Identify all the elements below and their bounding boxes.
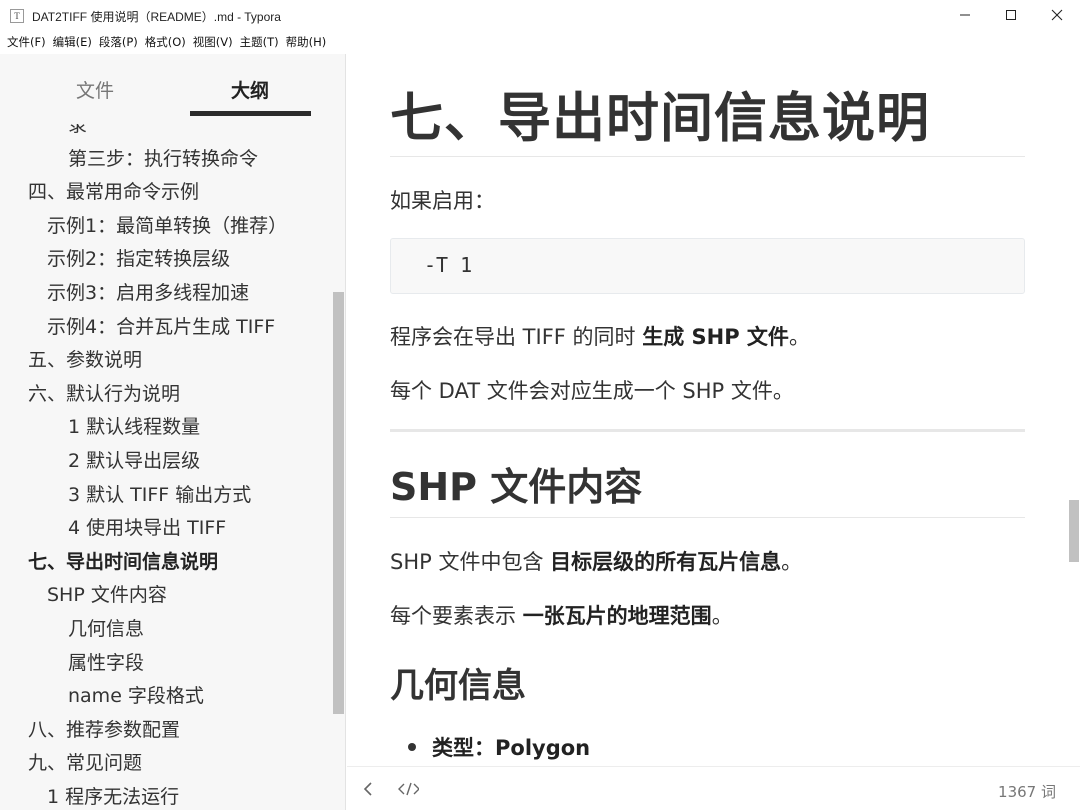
- window-controls: [942, 0, 1080, 32]
- text-run: 。: [711, 604, 733, 628]
- text-run: 每个要素表示: [390, 604, 523, 628]
- bold-run: 目标层级的所有瓦片信息: [550, 550, 782, 574]
- paragraph-if-enabled: 如果启用：: [390, 189, 495, 213]
- outline-item[interactable]: 4 使用块导出 TIFF: [68, 513, 226, 540]
- text-run: 。: [788, 325, 810, 349]
- heading-1: 七、导出时间信息说明: [390, 88, 930, 149]
- title-bar: T DAT2TIFF 使用说明（README）.md - Typora: [0, 0, 1080, 32]
- menu-file[interactable]: 文件(F): [7, 34, 46, 50]
- outline-item[interactable]: 七、导出时间信息说明: [28, 547, 218, 574]
- paragraph-contains: SHP 文件中包含 目标层级的所有瓦片信息。: [390, 546, 802, 576]
- close-icon: [1051, 9, 1063, 21]
- word-count[interactable]: 1367 词: [998, 781, 1056, 802]
- menu-help[interactable]: 帮助(H): [286, 34, 327, 50]
- paragraph-each-feature: 每个要素表示 一张瓦片的地理范围。: [390, 600, 733, 630]
- outline-item[interactable]: 九、常见问题: [28, 748, 142, 775]
- close-button[interactable]: [1034, 0, 1080, 30]
- status-bar: 1367 词: [347, 766, 1080, 810]
- outline-item[interactable]: 几何信息: [68, 614, 144, 641]
- outline-item[interactable]: SHP 文件内容: [47, 580, 167, 607]
- list-item: 类型：Polygon: [408, 732, 590, 762]
- outline-item[interactable]: name 字段格式: [68, 681, 204, 708]
- heading-underline: [390, 156, 1025, 157]
- menu-theme[interactable]: 主题(T): [240, 34, 279, 50]
- menu-format[interactable]: 格式(O): [145, 34, 186, 50]
- outline-item[interactable]: 2 默认导出层级: [68, 446, 200, 473]
- menu-paragraph[interactable]: 段落(P): [99, 34, 138, 50]
- menu-view[interactable]: 视图(V): [193, 34, 233, 50]
- heading-3: 几何信息: [390, 666, 526, 706]
- outline-item[interactable]: 第三步：执行转换命令: [68, 144, 258, 171]
- toggle-sidebar-button[interactable]: [357, 780, 379, 798]
- heading-2: SHP 文件内容: [390, 465, 643, 509]
- outline-item[interactable]: 示例3：启用多线程加速: [47, 278, 249, 305]
- window-title: DAT2TIFF 使用说明（README）.md - Typora: [32, 9, 281, 24]
- maximize-icon: [1006, 10, 1016, 20]
- active-tab-indicator: [190, 111, 311, 116]
- minimize-button[interactable]: [942, 0, 988, 30]
- typora-app-icon: T: [10, 9, 24, 23]
- sidebar-scrollbar[interactable]: [333, 292, 344, 714]
- horizontal-rule: [390, 429, 1025, 432]
- chevron-left-icon: [363, 782, 372, 796]
- code-block[interactable]: -T 1: [390, 238, 1025, 294]
- outline-item[interactable]: 录: [68, 124, 87, 137]
- editor-scrollbar[interactable]: [1069, 500, 1079, 562]
- outline-item[interactable]: 六、默认行为说明: [28, 379, 180, 406]
- maximize-button[interactable]: [988, 0, 1034, 30]
- minimize-icon: [960, 14, 970, 16]
- outline-item[interactable]: 示例2：指定转换层级: [47, 244, 230, 271]
- menu-bar: 文件(F) 编辑(E) 段落(P) 格式(O) 视图(V) 主题(T) 帮助(H…: [0, 32, 1080, 52]
- outline-list: 录第三步：执行转换命令四、最常用命令示例示例1：最简单转换（推荐） 示例2：指定转…: [0, 124, 334, 810]
- outline-item[interactable]: 属性字段: [68, 648, 144, 675]
- menu-edit[interactable]: 编辑(E): [53, 34, 92, 50]
- tab-files[interactable]: 文件: [76, 76, 114, 103]
- paragraph-each-dat: 每个 DAT 文件会对应生成一个 SHP 文件。: [390, 379, 794, 403]
- bold-run: 一张瓦片的地理范围: [522, 604, 712, 628]
- bold-run: 生成 SHP 文件: [642, 325, 789, 349]
- paragraph-shp-generate: 程序会在导出 TIFF 的同时 生成 SHP 文件。: [390, 321, 810, 351]
- code-icon: [398, 782, 419, 796]
- heading-underline: [390, 517, 1025, 518]
- list-item-text: 类型：Polygon: [432, 736, 591, 760]
- text-run: SHP 文件中包含: [390, 550, 551, 574]
- outline-item[interactable]: 1 程序无法运行: [47, 782, 179, 809]
- outline-item[interactable]: 八、推荐参数配置: [28, 715, 180, 742]
- outline-item[interactable]: 3 默认 TIFF 输出方式: [68, 480, 251, 507]
- text-run: 。: [781, 550, 803, 574]
- outline-item[interactable]: 示例1：最简单转换（推荐）: [47, 211, 287, 238]
- outline-item[interactable]: 1 默认线程数量: [68, 412, 200, 439]
- text-run: 程序会在导出 TIFF 的同时: [390, 325, 643, 349]
- source-mode-button[interactable]: [397, 780, 419, 798]
- editor[interactable]: 七、导出时间信息说明 如果启用： -T 1 程序会在导出 TIFF 的同时 生成…: [347, 54, 1080, 766]
- tab-outline[interactable]: 大纲: [231, 76, 269, 103]
- outline-item[interactable]: 四、最常用命令示例: [28, 177, 199, 204]
- bullet-icon: [408, 743, 416, 751]
- sidebar: 文件 大纲 录第三步：执行转换命令四、最常用命令示例示例1：最简单转换（推荐） 示…: [0, 54, 346, 810]
- outline-item[interactable]: 五、参数说明: [28, 345, 142, 372]
- footer-buttons: [357, 780, 437, 798]
- sidebar-tabs: 文件 大纲: [0, 54, 345, 124]
- code-text: -T 1: [424, 253, 473, 277]
- outline-item[interactable]: 示例4：合并瓦片生成 TIFF: [47, 312, 275, 339]
